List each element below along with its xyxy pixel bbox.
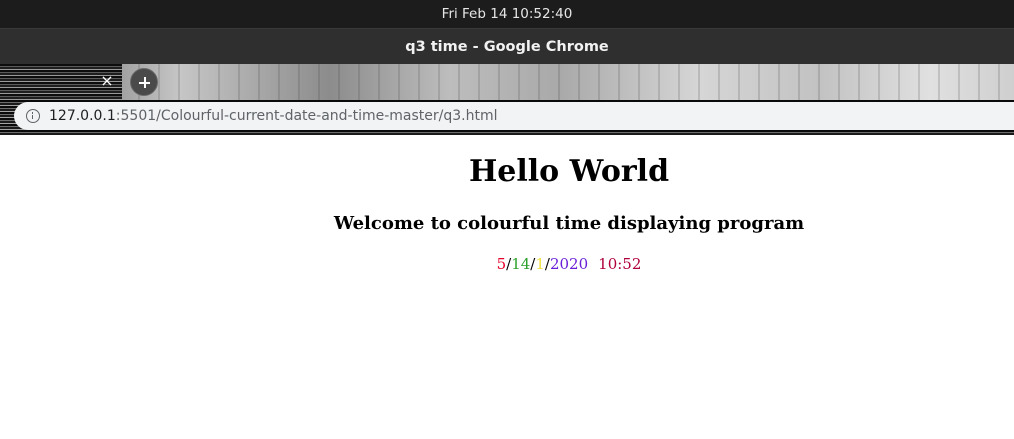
- page-subheading: Welcome to colourful time displaying pro…: [333, 213, 805, 234]
- page-heading: Hello World: [468, 154, 670, 189]
- tab-strip: ×: [0, 64, 1014, 100]
- system-clock[interactable]: Fri Feb 14 10:52:40: [0, 0, 1014, 28]
- window-title: q3 time - Google Chrome: [405, 39, 609, 55]
- date-year: 2020: [549, 255, 589, 273]
- date-day: 14: [511, 255, 531, 273]
- colourful-datetime: 5/14/1/2020 10:52: [124, 255, 1014, 273]
- tab-close-icon[interactable]: ×: [96, 70, 118, 92]
- date-weekday-number: 1: [535, 255, 545, 273]
- browser-toolbar: 127.0.0.1:5501/Colourful-current-date-an…: [0, 100, 1014, 135]
- new-tab-plus-icon[interactable]: [130, 68, 158, 96]
- system-top-bar: Fri Feb 14 10:52:40: [0, 0, 1014, 28]
- url-host: 127.0.0.1: [49, 108, 116, 124]
- url-path: :5501/Colourful-current-date-and-time-ma…: [115, 108, 498, 124]
- date-month: 5: [496, 255, 507, 273]
- address-url[interactable]: 127.0.0.1:5501/Colourful-current-date-an…: [49, 102, 498, 130]
- window-title-bar: q3 time - Google Chrome: [0, 28, 1014, 65]
- info-icon[interactable]: [26, 109, 40, 123]
- page-content: Hello World Welcome to colourful time di…: [0, 135, 1014, 439]
- address-bar[interactable]: 127.0.0.1:5501/Colourful-current-date-an…: [14, 102, 1014, 130]
- time-value: 10:52: [598, 255, 642, 273]
